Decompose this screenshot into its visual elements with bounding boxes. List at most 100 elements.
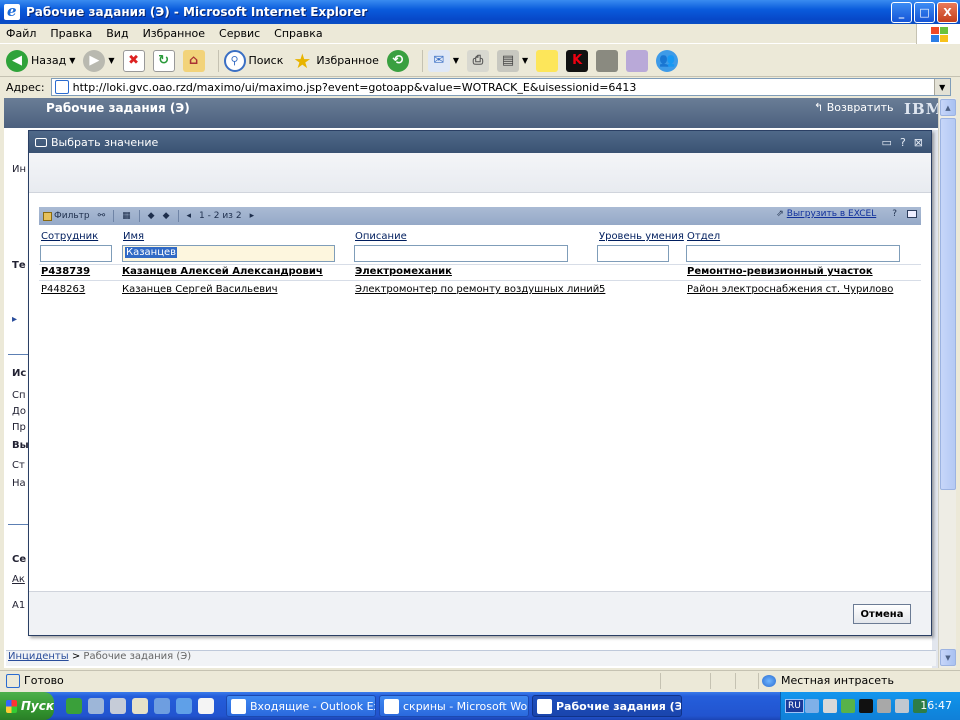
filter-name-input[interactable]: Казанцев	[122, 245, 335, 262]
favorites-button[interactable]: ★ Избранное	[291, 49, 379, 73]
menu-tools[interactable]: Сервис	[219, 27, 260, 40]
tray-network-icon[interactable]	[805, 699, 819, 713]
history-button[interactable]: ⟲	[386, 49, 409, 72]
tray-icon[interactable]	[877, 699, 891, 713]
start-button[interactable]: Пуск	[0, 692, 54, 720]
mail-button[interactable]: ✉ ▼	[427, 49, 459, 72]
task-outlook[interactable]: Входящие - Outlook Exp...	[226, 695, 376, 717]
chevron-down-icon[interactable]: ▼	[69, 56, 75, 65]
home-button[interactable]: ⌂	[182, 49, 205, 72]
cell-name[interactable]: Казанцев Сергей Васильевич	[122, 284, 278, 295]
messenger-button[interactable]	[596, 49, 619, 72]
cancel-button[interactable]: Отмена	[853, 604, 911, 624]
next-page-icon[interactable]: ▸	[250, 211, 255, 221]
favorites-label: Избранное	[316, 54, 379, 67]
column-header-description[interactable]: Описание	[355, 231, 407, 242]
page-scrollbar[interactable]: ▲ ▼	[938, 98, 956, 668]
expand-arrow-icon[interactable]: ▸	[12, 314, 17, 325]
filter-description-input[interactable]	[354, 245, 568, 262]
address-url[interactable]: http://loki.gvc.oao.rzd/maximo/ui/maximo…	[73, 81, 934, 94]
quicklaunch-tree-icon[interactable]	[66, 698, 82, 714]
edit-button[interactable]: ▤ ▼	[497, 49, 528, 72]
tray-icon[interactable]	[823, 699, 837, 713]
dialog-titlebar[interactable]: Выбрать значение ▭ ? ⊠	[29, 131, 931, 153]
cell-department[interactable]: Ремонтно-ревизионный участок	[687, 266, 873, 277]
kaspersky-button[interactable]: K	[566, 49, 589, 72]
cell-description[interactable]: Электромеханик	[355, 266, 452, 277]
dialog-restore-button[interactable]: ▭	[882, 136, 892, 149]
tray-icon[interactable]	[895, 699, 909, 713]
ie-toolbar: ◀ Назад ▼ ▶ ▼ ✖ ↻ ⌂ ⚲ Поиск ★ Избранное …	[0, 45, 960, 77]
column-header-department[interactable]: Отдел	[687, 231, 720, 242]
discuss-icon	[626, 49, 649, 72]
quicklaunch-icon[interactable]	[110, 698, 126, 714]
address-input[interactable]: http://loki.gvc.oao.rzd/maximo/ui/maximo…	[50, 78, 951, 96]
forward-button[interactable]: ▶ ▼	[83, 49, 115, 72]
menu-edit[interactable]: Правка	[50, 27, 92, 40]
filter-employee-input[interactable]	[40, 245, 112, 262]
filter-label: Фильтр	[54, 211, 90, 221]
cell-employee[interactable]: P448263	[41, 284, 85, 295]
export-excel-link[interactable]: Выгрузить в EXCEL	[787, 209, 876, 219]
notes-button[interactable]	[536, 49, 559, 72]
table-collapse-button[interactable]	[907, 210, 917, 218]
menu-favorites[interactable]: Избранное	[143, 27, 205, 40]
menu-view[interactable]: Вид	[106, 27, 128, 40]
table-help-button[interactable]: ?	[892, 209, 897, 219]
export-icon[interactable]: ⇗	[776, 209, 784, 219]
quicklaunch-icon[interactable]	[88, 698, 104, 714]
window-titlebar[interactable]: Рабочие задания (Э) - Microsoft Internet…	[0, 0, 960, 24]
cell-name[interactable]: Казанцев Алексей Александрович	[122, 266, 323, 277]
binoculars-icon[interactable]: ⚯	[98, 211, 106, 221]
scroll-thumb[interactable]	[940, 118, 956, 490]
language-indicator[interactable]: RU	[785, 699, 804, 713]
return-link[interactable]: ↰ Возвратить	[814, 101, 894, 114]
filter-department-input[interactable]	[686, 245, 900, 262]
filter-button[interactable]: Фильтр	[43, 211, 90, 221]
arrow-down-icon[interactable]: ◆	[163, 211, 170, 221]
cell-employee[interactable]: P438739	[41, 266, 90, 277]
tray-icon[interactable]	[841, 699, 855, 713]
stop-button[interactable]: ✖	[122, 49, 145, 72]
arrow-up-icon[interactable]: ◆	[148, 211, 155, 221]
dialog-header-band	[29, 153, 931, 193]
discuss-button[interactable]	[626, 49, 649, 72]
dialog-close-button[interactable]: ⊠	[914, 136, 923, 149]
quicklaunch-icon[interactable]	[176, 698, 192, 714]
task-word[interactable]: скрины - Microsoft Word	[379, 695, 529, 717]
cell-department[interactable]: Район электроснабжения ст. Чурилово	[687, 284, 893, 295]
scroll-down-icon[interactable]: ▼	[940, 649, 956, 666]
maximize-button[interactable]: □	[914, 1, 935, 23]
quicklaunch-icon[interactable]	[198, 698, 214, 714]
dialog-help-button[interactable]: ?	[900, 136, 906, 149]
prev-page-icon[interactable]: ◂	[187, 211, 192, 221]
minimize-button[interactable]: _	[891, 1, 912, 23]
scroll-up-icon[interactable]: ▲	[940, 99, 956, 116]
kaspersky-tray-icon[interactable]	[859, 699, 873, 713]
security-zone[interactable]: Местная интрасеть	[762, 674, 894, 687]
back-button[interactable]: ◀ Назад ▼	[6, 49, 75, 72]
breadcrumb-root-link[interactable]: Инциденты	[8, 651, 69, 662]
quicklaunch-icon[interactable]	[132, 698, 148, 714]
column-header-employee[interactable]: Сотрудник	[41, 231, 98, 242]
menu-file[interactable]: Файл	[6, 27, 36, 40]
chevron-down-icon[interactable]: ▼	[108, 56, 114, 65]
close-button[interactable]: X	[937, 1, 958, 23]
menu-help[interactable]: Справка	[274, 27, 322, 40]
filter-skill-input[interactable]	[597, 245, 669, 262]
search-button[interactable]: ⚲ Поиск	[223, 49, 283, 72]
quicklaunch-icon[interactable]	[154, 698, 170, 714]
refresh-button[interactable]: ↻	[152, 49, 175, 72]
messenger-people-button[interactable]: 👥	[656, 49, 679, 72]
print-button[interactable]: ⎙	[467, 49, 489, 72]
chevron-down-icon[interactable]: ▼	[453, 56, 459, 65]
cell-description[interactable]: Электромонтер по ремонту воздушных линий	[355, 284, 599, 295]
clear-filter-icon[interactable]: ▦	[122, 211, 131, 221]
column-header-skill[interactable]: Уровень умения	[599, 231, 684, 242]
column-header-name[interactable]: Имя	[123, 231, 144, 242]
toolbar-separator	[177, 210, 179, 222]
chevron-down-icon[interactable]: ▼	[933, 79, 950, 95]
chevron-down-icon[interactable]: ▼	[522, 56, 528, 65]
cell-skill[interactable]: 5	[599, 284, 605, 295]
task-ie[interactable]: Рабочие задания (Э) ...	[532, 695, 682, 717]
